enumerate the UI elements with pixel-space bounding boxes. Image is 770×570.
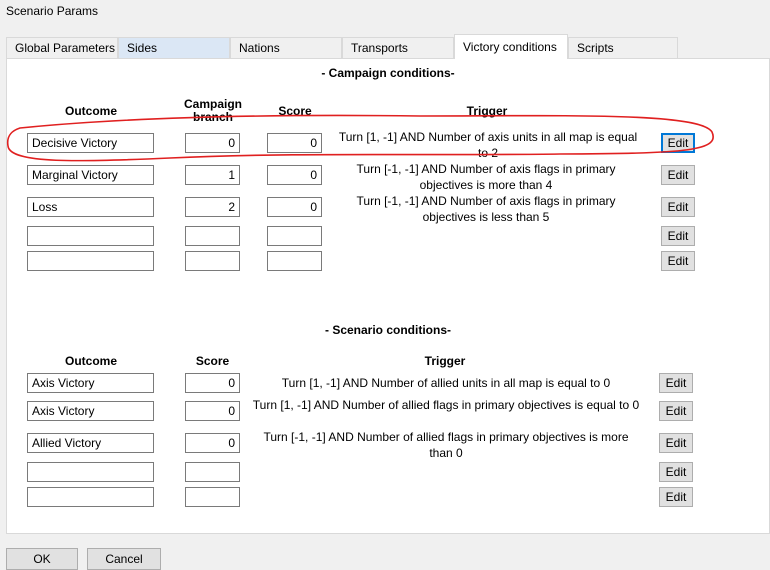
scenario-trigger-text: Turn [1, -1] AND Number of allied units …	[281, 376, 611, 390]
campaign-outcome-header: Outcome	[64, 104, 117, 118]
scenario-score-field[interactable]: 0	[185, 401, 240, 421]
campaign-section-title: - Campaign conditions-	[321, 66, 455, 80]
campaign-score-field[interactable]: 0	[267, 197, 322, 217]
campaign-edit-button[interactable]: Edit	[661, 197, 695, 217]
scenario-outcome-field[interactable]	[27, 462, 154, 482]
campaign-branch-field[interactable]	[185, 226, 240, 246]
campaign-score-field[interactable]: 0	[267, 133, 322, 153]
scenario-outcome-field[interactable]	[27, 487, 154, 507]
scenario-edit-button[interactable]: Edit	[659, 373, 693, 393]
tab-sides[interactable]: Sides	[118, 37, 230, 58]
campaign-trigger-text: Turn [-1, -1] AND Number of axis flags i…	[356, 162, 616, 192]
scenario-outcome-field[interactable]: Axis Victory	[27, 373, 154, 393]
scenario-score-field[interactable]	[185, 462, 240, 482]
campaign-outcome-field[interactable]: Marginal Victory	[27, 165, 154, 185]
campaign-edit-button[interactable]: Edit	[661, 251, 695, 271]
campaign-branch-field[interactable]: 1	[185, 165, 240, 185]
scenario-edit-button[interactable]: Edit	[659, 462, 693, 482]
campaign-edit-button[interactable]: Edit	[661, 133, 695, 153]
cancel-button[interactable]: Cancel	[87, 548, 161, 570]
campaign-branch-field[interactable]: 2	[185, 197, 240, 217]
scenario-edit-button[interactable]: Edit	[659, 401, 693, 421]
scenario-outcome-header: Outcome	[64, 354, 117, 368]
scenario-edit-button[interactable]: Edit	[659, 487, 693, 507]
scenario-outcome-field[interactable]: Axis Victory	[27, 401, 154, 421]
campaign-trigger-text: Turn [-1, -1] AND Number of axis flags i…	[356, 194, 616, 224]
campaign-trigger-header: Trigger	[466, 104, 508, 118]
campaign-outcome-field[interactable]	[27, 226, 154, 246]
campaign-outcome-field[interactable]: Decisive Victory	[27, 133, 154, 153]
campaign-branch-header: Campaign branch	[183, 97, 242, 124]
tab-global-parameters[interactable]: Global Parameters	[6, 37, 118, 58]
campaign-edit-button[interactable]: Edit	[661, 226, 695, 246]
campaign-edit-button[interactable]: Edit	[661, 165, 695, 185]
scenario-score-field[interactable]	[185, 487, 240, 507]
tab-scripts[interactable]: Scripts	[568, 37, 678, 58]
campaign-branch-field[interactable]: 0	[185, 133, 240, 153]
scenario-score-field[interactable]: 0	[185, 373, 240, 393]
tab-victory-conditions[interactable]: Victory conditions	[454, 34, 568, 59]
tab-nations[interactable]: Nations	[230, 37, 342, 58]
window-title: Scenario Params	[6, 4, 99, 18]
scenario-outcome-field[interactable]: Allied Victory	[27, 433, 154, 453]
campaign-branch-field[interactable]	[185, 251, 240, 271]
campaign-score-header: Score	[278, 104, 312, 118]
scenario-edit-button[interactable]: Edit	[659, 433, 693, 453]
campaign-score-field[interactable]	[267, 226, 322, 246]
campaign-score-field[interactable]	[267, 251, 322, 271]
scenario-trigger-header: Trigger	[424, 354, 466, 368]
scenario-score-header: Score	[195, 354, 230, 368]
tab-transports[interactable]: Transports	[342, 37, 454, 58]
scenario-section-title: - Scenario conditions-	[324, 323, 451, 337]
campaign-trigger-text: Turn [1, -1] AND Number of axis units in…	[338, 130, 638, 160]
campaign-outcome-field[interactable]: Loss	[27, 197, 154, 217]
scenario-trigger-text: Turn [-1, -1] AND Number of allied flags…	[263, 430, 629, 460]
scenario-score-field[interactable]: 0	[185, 433, 240, 453]
campaign-outcome-field[interactable]	[27, 251, 154, 271]
victory-conditions-panel: - Campaign conditions- Outcome Campaign …	[6, 58, 770, 534]
campaign-score-field[interactable]: 0	[267, 165, 322, 185]
ok-button[interactable]: OK	[6, 548, 78, 570]
scenario-trigger-text: Turn [1, -1] AND Number of allied flags …	[252, 398, 640, 412]
